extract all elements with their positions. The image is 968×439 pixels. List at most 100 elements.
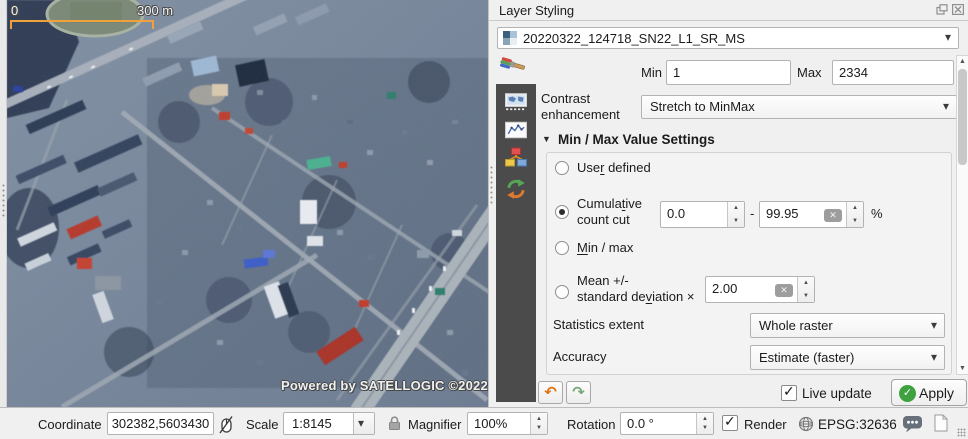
float-panel-icon[interactable] [936,4,948,15]
apply-button-label: Apply [919,385,955,401]
apply-button[interactable]: ✓ Apply [891,379,967,406]
percent-label: % [871,206,883,221]
undo-icon: ↶ [544,384,557,401]
spin-up-icon: ▲ [536,416,542,422]
min-max-label: Min / max [577,240,634,255]
minmax-settings-group: User defined Cumulative count cut ▲▼ - ✕… [546,152,952,375]
radio-min-max[interactable] [555,241,569,255]
statistics-extent-label: Statistics extent [553,317,645,332]
scrollbar-thumb[interactable] [958,69,967,165]
collapse-triangle-icon[interactable]: ▼ [542,134,551,144]
spin-down-icon: ▼ [803,293,809,299]
chevron-down-icon: ▾ [944,30,951,44]
panel-splitter-grip[interactable] [490,165,493,205]
coordinate-input[interactable] [107,412,214,435]
spinner-buttons[interactable]: ▲ ▼ [797,277,814,302]
coordinate-label: Coordinate [38,417,102,432]
scale-label: Scale [246,417,279,432]
cumulative-count-cut-label: Cumulative count cut [577,196,643,227]
scalebar-distance-label: 300 m [137,3,174,18]
spinner-buttons[interactable]: ▲ ▼ [530,413,547,434]
tab-history-icon[interactable] [505,178,527,200]
max-input[interactable] [832,60,954,85]
cumulative-min-spinbox[interactable]: ▲▼ [660,201,745,228]
left-dock-splitter[interactable] [0,0,7,407]
spinner-buttons[interactable]: ▲ ▼ [696,413,713,434]
raster-layer-icon [503,31,517,45]
qgis-window: 0 300 m Powered by SATELLOGIC ©2022 Laye… [0,0,968,439]
rotation-input[interactable] [627,416,678,431]
resize-grip[interactable] [957,428,966,437]
contrast-enhancement-value: Stretch to MinMax [650,99,755,114]
radio-mean-stddev[interactable] [555,285,569,299]
apply-check-icon: ✓ [899,385,916,402]
scale-combobox[interactable]: 1:8145 ▾ [283,412,375,435]
spinner-buttons[interactable]: ▲ ▼ [727,202,744,227]
undo-button[interactable]: ↶ [538,381,563,404]
chevron-down-icon: ▾ [930,350,937,364]
contrast-label-line1: Contrast [541,91,591,106]
scroll-down-icon[interactable]: ▼ [957,365,968,372]
cumulative-max-spinbox[interactable]: ✕ ▲▼ [759,201,864,228]
clear-value-icon[interactable]: ✕ [824,209,842,222]
live-update-checkbox[interactable]: ✓ [781,383,797,401]
statistics-extent-select[interactable]: Whole raster ▾ [750,313,945,338]
spinner-buttons[interactable]: ▲ ▼ [846,202,863,227]
range-dash: - [750,206,755,221]
satellogic-watermark: Powered by SATELLOGIC ©2022 [281,378,488,393]
render-checkbox[interactable]: ✓ [722,413,738,431]
rotation-spinbox[interactable]: ▲▼ [620,412,714,435]
tab-symbology-paintbrush-icon[interactable] [498,56,526,80]
layer-styling-panel: Layer Styling 20220322_124718_SN22_L1_SR… [488,0,968,407]
live-update-label: Live update [802,386,872,401]
user-defined-label: User defined [577,160,651,175]
lock-scale-icon[interactable] [388,415,401,431]
panel-scrollbar[interactable]: ▲ ▼ [956,55,968,375]
tab-transparency-icon[interactable] [505,92,527,112]
cumulative-max-input[interactable] [766,206,813,221]
min-input[interactable] [666,60,791,85]
spin-down-icon: ▼ [536,425,542,431]
accuracy-select[interactable]: Estimate (faster) ▾ [750,345,945,370]
scroll-up-icon[interactable]: ▲ [957,58,968,65]
messages-icon[interactable] [902,414,923,433]
contrast-enhancement-select[interactable]: Stretch to MinMax ▾ [641,95,957,119]
min-label: Min [641,65,662,80]
mouse-position-toggle-icon[interactable] [219,415,234,435]
scale-dropdown-button[interactable]: ▾ [353,413,374,434]
scale-value: 1:8145 [292,416,332,431]
epsg-label[interactable]: EPSG:32636 [818,417,897,432]
clear-value-icon[interactable]: ✕ [775,284,793,297]
tab-histogram-icon[interactable] [505,120,527,140]
cumulative-min-input[interactable] [667,206,713,221]
mean-stddev-label: Mean +/- standard deviation × [577,273,695,304]
chevron-down-icon: ▾ [942,99,949,113]
radio-selected-dot [559,209,565,215]
redo-button[interactable]: ↷ [566,381,591,404]
accuracy-value: Estimate (faster) [759,350,855,365]
radio-cumulative-count-cut[interactable] [555,205,569,219]
spin-up-icon: ▲ [803,280,809,286]
spin-down-icon: ▼ [852,218,858,224]
spin-down-icon: ▼ [733,218,739,224]
satellite-image [7,0,488,407]
log-document-icon[interactable] [934,414,948,432]
crs-globe-icon[interactable] [798,416,814,432]
tab-hierarchy-icon[interactable] [505,146,527,168]
contrast-label-line2: enhancement [541,107,620,122]
checkmark-icon: ✓ [783,383,795,399]
close-panel-icon[interactable] [952,4,964,15]
panel-title: Layer Styling [499,3,575,18]
spin-down-icon: ▼ [702,425,708,431]
render-label: Render [744,417,787,432]
map-canvas[interactable]: 0 300 m Powered by SATELLOGIC ©2022 [7,0,488,407]
map-area: 0 300 m Powered by SATELLOGIC ©2022 [0,0,488,407]
redo-icon: ↷ [572,384,585,401]
magnifier-spinbox[interactable]: ▲▼ [467,412,548,435]
stddev-multiplier-input[interactable] [712,281,761,296]
magnifier-input[interactable] [474,416,518,431]
layer-selector[interactable]: 20220322_124718_SN22_L1_SR_MS ▾ [497,27,959,49]
stddev-multiplier-spinbox[interactable]: ✕ ▲▼ [705,276,815,303]
chevron-down-icon: ▾ [930,318,937,332]
radio-user-defined[interactable] [555,161,569,175]
